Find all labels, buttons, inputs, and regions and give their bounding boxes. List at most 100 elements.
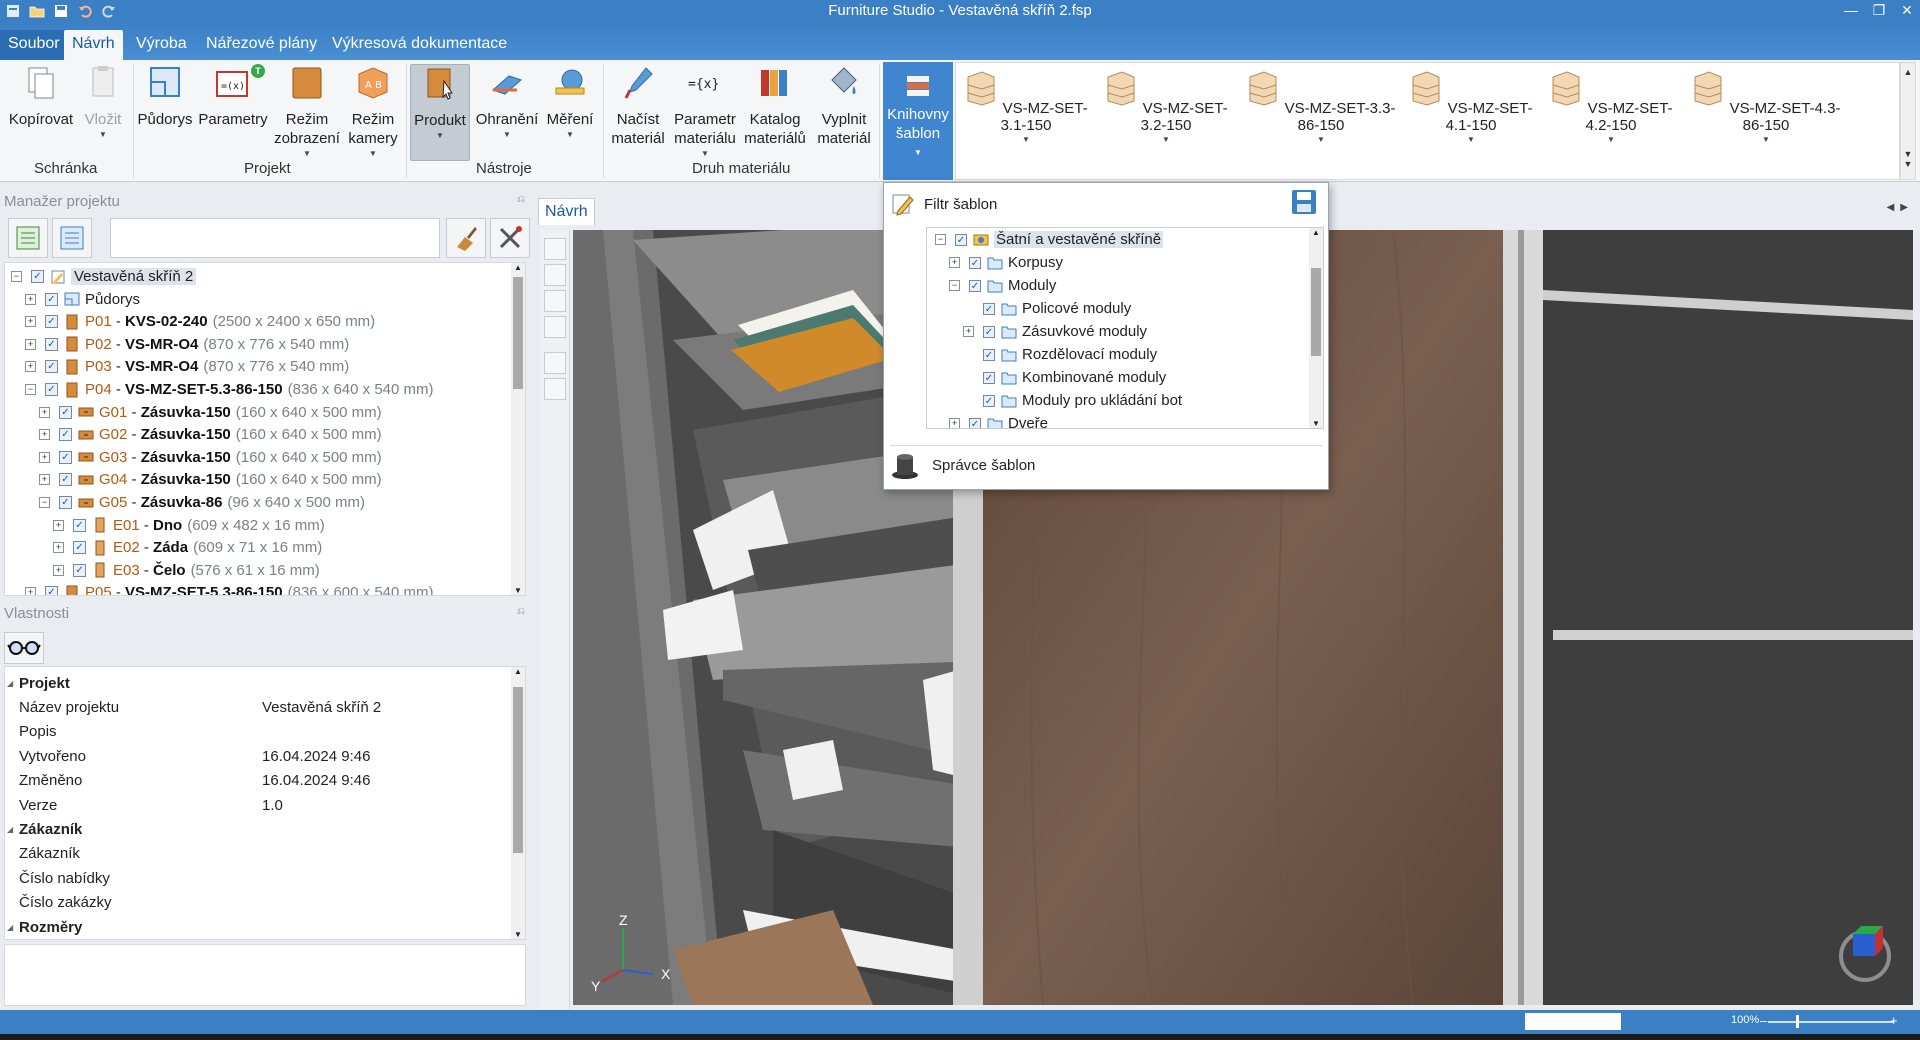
save-filter-icon[interactable]	[1289, 187, 1319, 217]
tree-row[interactable]: + ✓ Půdorys	[25, 288, 140, 311]
property-category[interactable]: ◢ Projekt	[5, 671, 505, 695]
template-category-row[interactable]: − ✓ Moduly	[949, 274, 1056, 297]
view-nav-arrows[interactable]: ◀▶	[1887, 202, 1914, 213]
template-item[interactable]: VS-MZ-SET-3.1-150 ▼	[956, 69, 1096, 146]
view-product-icon[interactable]	[544, 238, 566, 260]
checkbox[interactable]: ✓	[45, 360, 58, 374]
tab-narezove-plany[interactable]: Nářezové plány	[198, 30, 325, 60]
checkbox[interactable]: ✓	[983, 348, 995, 361]
template-item[interactable]: VS-MZ-SET-3.2-150 ▼	[1096, 69, 1236, 146]
expander-icon[interactable]: −	[949, 280, 960, 291]
template-manager-item[interactable]: Správce šablon	[890, 445, 1322, 485]
view-cube-icon[interactable]	[544, 264, 566, 286]
zoom-slider-handle[interactable]	[1796, 1015, 1799, 1028]
checkbox[interactable]: ✓	[45, 337, 58, 351]
scroll-down-icon[interactable]: ▼	[511, 930, 525, 939]
tab-vyroba[interactable]: Výroba	[128, 30, 195, 60]
scroll-up-icon[interactable]: ▲	[1309, 228, 1323, 237]
expander-icon[interactable]: +	[963, 326, 974, 337]
brush-button[interactable]	[446, 218, 486, 258]
view-export-icon[interactable]	[544, 290, 566, 312]
checkbox[interactable]: ✓	[45, 383, 58, 396]
gallery-scroll[interactable]: ▲ ▼ ▼	[1900, 62, 1916, 180]
expander-icon[interactable]: +	[53, 564, 64, 576]
checkbox[interactable]: ✓	[983, 325, 995, 338]
scroll-down-icon[interactable]: ▼	[511, 586, 525, 595]
property-row[interactable]: Název projektu Vestavěná skříň 2	[5, 695, 505, 719]
restore-icon[interactable]: ❐	[1870, 0, 1888, 20]
expander-icon[interactable]: −	[11, 271, 22, 282]
expander-icon[interactable]: +	[25, 361, 36, 373]
checkbox[interactable]: ✓	[59, 450, 72, 464]
tree-row[interactable]: − ✓ G05 - Zásuvka-86 (96 x 640 x 500 mm)	[39, 491, 365, 514]
property-value[interactable]: 1.0	[262, 797, 283, 814]
tree-row[interactable]: + ✓ E01 - Dno (609 x 482 x 16 mm)	[53, 514, 325, 537]
property-category[interactable]: ◢ Zákazník	[5, 817, 505, 841]
property-row[interactable]: Vytvořeno 16.04.2024 9:46	[5, 744, 505, 768]
tab-soubor[interactable]: Soubor	[0, 30, 68, 60]
property-row[interactable]: Verze 1.0	[5, 793, 505, 817]
template-category-row[interactable]: ✓ Moduly pro ukládání bot	[963, 389, 1182, 412]
scroll-thumb[interactable]	[513, 687, 523, 853]
load-material-button[interactable]: Načíst materiál	[606, 64, 670, 148]
zoom-in-icon[interactable]: +	[1890, 1013, 1898, 1028]
view-pencil-icon[interactable]	[544, 316, 566, 338]
add-item-button[interactable]	[8, 218, 48, 258]
template-library-button[interactable]: Knihovny šablon ▼	[883, 62, 953, 180]
collapse-icon[interactable]: ◢	[7, 825, 13, 834]
expander-icon[interactable]: +	[53, 542, 64, 554]
property-row[interactable]: Zákazník	[5, 842, 505, 866]
add-subitem-button[interactable]	[52, 218, 92, 258]
expander-icon[interactable]: +	[39, 429, 50, 441]
template-item[interactable]: VS-MZ-SET-4.1-150 ▼	[1401, 69, 1541, 146]
copy-button[interactable]: Kopírovat	[6, 64, 76, 129]
scroll-up-icon[interactable]: ▲	[1901, 67, 1915, 77]
checkbox[interactable]: ✓	[73, 518, 86, 532]
material-param-button[interactable]: ={x} Parametr materiálu ▼	[672, 64, 738, 160]
project-tree-scrollbar[interactable]: ▲ ▼	[511, 263, 525, 595]
product-button[interactable]: Produkt ▼	[410, 64, 470, 161]
template-tree-scrollbar[interactable]: ▲ ▼	[1309, 228, 1323, 428]
view-cube-icon[interactable]	[1835, 922, 1895, 982]
tree-row[interactable]: + ✓ E02 - Záda (609 x 71 x 16 mm)	[53, 536, 322, 559]
tab-vykresova-dokumentace[interactable]: Výkresová dokumentace	[324, 30, 515, 60]
property-row[interactable]: Číslo nabídky	[5, 866, 505, 890]
checkbox[interactable]: ✓	[31, 270, 44, 283]
checkbox[interactable]: ✓	[983, 302, 995, 315]
project-search-input[interactable]	[110, 218, 440, 258]
checkbox[interactable]: ✓	[983, 371, 995, 384]
scroll-up-icon[interactable]: ▲	[511, 667, 525, 676]
tree-row[interactable]: + ✓ E03 - Čelo (576 x 61 x 16 mm)	[53, 559, 320, 582]
checkbox[interactable]: ✓	[59, 405, 72, 419]
expander-icon[interactable]: +	[25, 587, 36, 595]
template-item[interactable]: VS-MZ-SET-4.3-86-150 ▼	[1681, 69, 1851, 146]
checkbox[interactable]: ✓	[59, 428, 72, 442]
tree-row[interactable]: + ✓ P03 - VS-MR-O4 (870 x 776 x 540 mm)	[25, 355, 349, 378]
checkbox[interactable]: ✓	[955, 233, 967, 246]
properties-scrollbar[interactable]: ▲ ▼	[511, 667, 525, 939]
expander-icon[interactable]: +	[53, 519, 64, 531]
tools-button[interactable]	[490, 218, 530, 258]
pin-icon[interactable]: ⎌	[517, 606, 525, 617]
minimize-icon[interactable]: —	[1842, 0, 1860, 20]
tree-row[interactable]: + ✓ P01 - KVS-02-240 (2500 x 2400 x 650 mm)	[25, 310, 375, 333]
property-row[interactable]: Popis	[5, 720, 505, 744]
property-row[interactable]: Změněno 16.04.2024 9:46	[5, 769, 505, 793]
property-row[interactable]: Číslo zakázky	[5, 891, 505, 915]
checkbox[interactable]: ✓	[969, 256, 981, 269]
expander-icon[interactable]: +	[39, 406, 50, 418]
checkbox[interactable]: ✓	[73, 541, 86, 555]
measure-button[interactable]: Měření ▼	[542, 64, 598, 141]
scroll-thumb[interactable]	[513, 277, 523, 389]
template-filter-header[interactable]: Filtr šablon	[890, 189, 997, 219]
expander-icon[interactable]: +	[25, 293, 36, 305]
fill-material-button[interactable]: Vyplnit materiál	[812, 64, 876, 148]
collapse-icon[interactable]: ◢	[7, 679, 13, 688]
tab-navrh[interactable]: Návrh	[64, 30, 123, 60]
scroll-down-icon[interactable]: ▼	[1901, 149, 1915, 159]
property-category[interactable]: ◢ Rozměry	[5, 915, 505, 939]
paste-button[interactable]: Vložit ▼	[78, 64, 128, 141]
tree-row[interactable]: + ✓ G04 - Zásuvka-150 (160 x 640 x 500 mm)	[39, 468, 382, 491]
checkbox[interactable]: ✓	[59, 473, 72, 487]
expander-icon[interactable]: −	[935, 234, 946, 245]
